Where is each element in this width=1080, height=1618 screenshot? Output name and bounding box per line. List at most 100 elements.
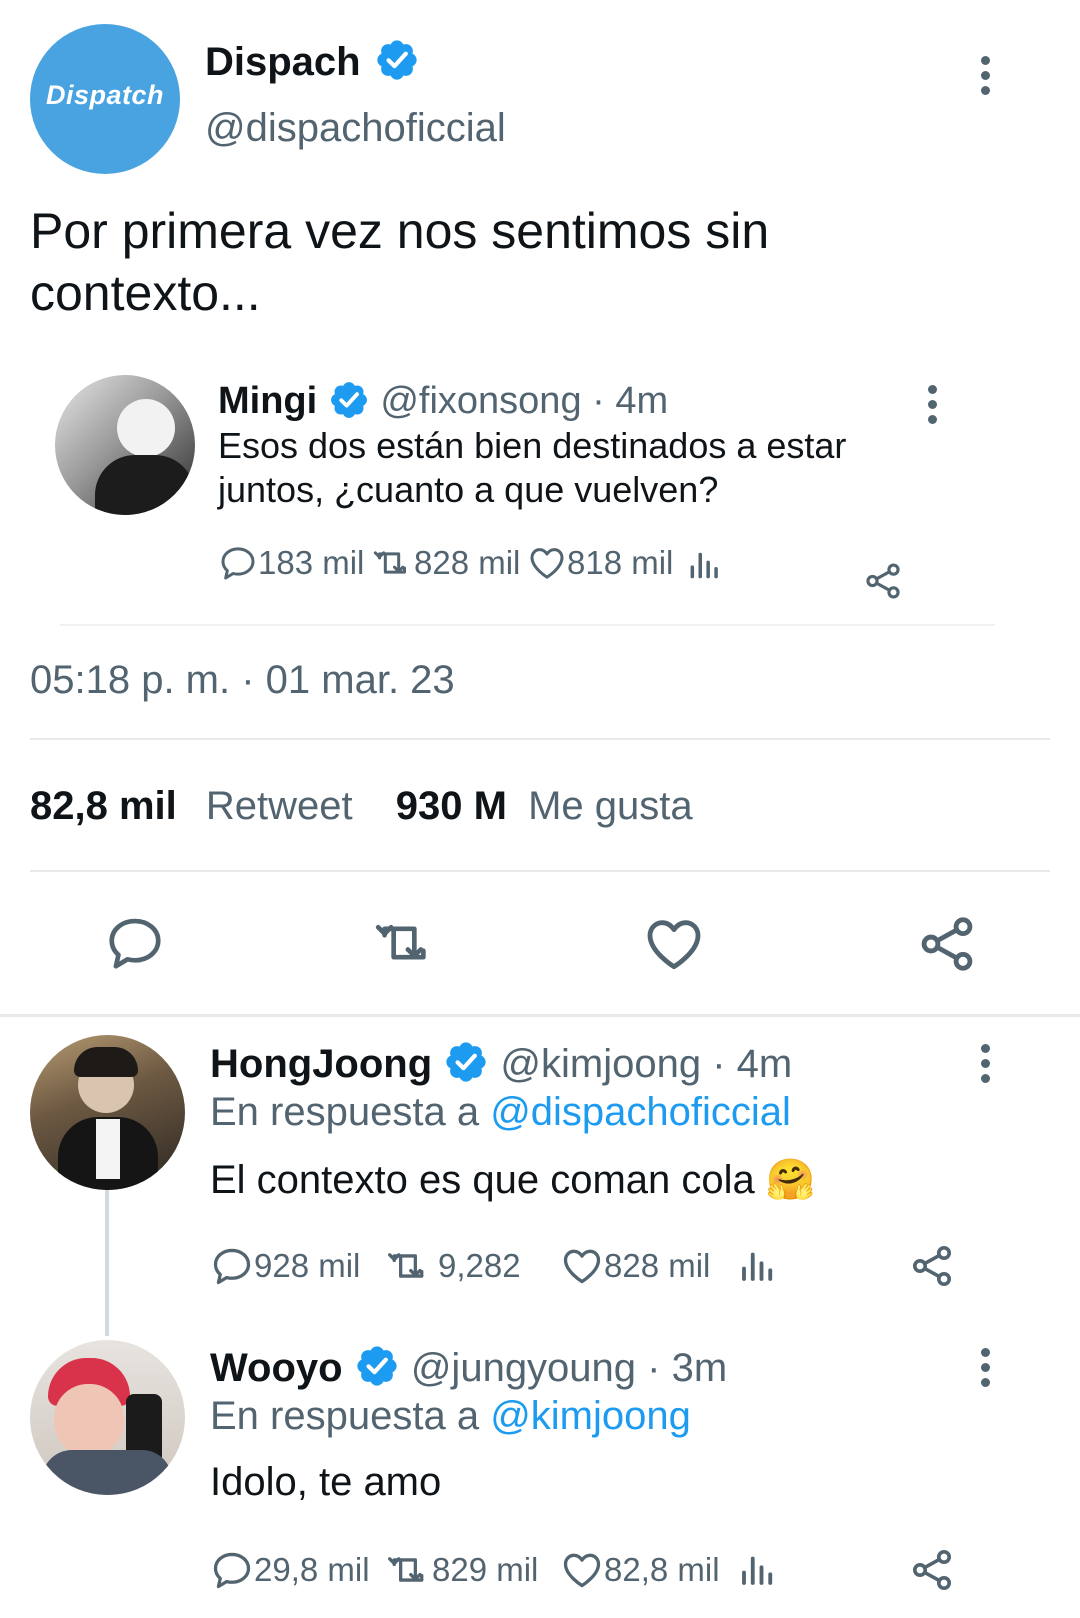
quoted-text: Esos dos están bien destinados a estar j… bbox=[218, 425, 847, 510]
retweets-label: Retweet bbox=[205, 784, 353, 828]
share-stat[interactable] bbox=[862, 560, 904, 602]
like-stat[interactable]: 82,8 mil bbox=[560, 1548, 720, 1592]
author-name[interactable]: Dispach bbox=[205, 40, 361, 84]
quoted-time: · 4m bbox=[592, 380, 669, 422]
author-handle[interactable]: @dispachoficcial bbox=[205, 106, 506, 151]
views-stat[interactable] bbox=[737, 1244, 779, 1286]
views-icon bbox=[686, 545, 724, 583]
retweet-icon bbox=[370, 543, 414, 583]
more-icon[interactable] bbox=[978, 1348, 992, 1393]
reply-stat[interactable]: 183 mil bbox=[218, 543, 364, 583]
reply1-author-handle[interactable]: @kimjoong bbox=[500, 1042, 701, 1086]
reply2-text: Idolo, te amo bbox=[210, 1460, 442, 1504]
reply-button[interactable] bbox=[104, 912, 166, 974]
reply2-author-name[interactable]: Wooyo bbox=[210, 1346, 343, 1390]
avatar-shape bbox=[117, 399, 175, 457]
reply2-context: En respuesta a @kimjoong bbox=[210, 1394, 691, 1439]
avatar-dispach[interactable]: Dispatch bbox=[30, 24, 180, 174]
reply1-time: · 4m bbox=[712, 1042, 793, 1086]
like-icon bbox=[560, 1244, 604, 1288]
reply-icon bbox=[210, 1244, 254, 1288]
reply-icon bbox=[218, 543, 258, 583]
reply-to-link[interactable]: @kimjoong bbox=[490, 1394, 691, 1438]
quoted-author-handle[interactable]: @fixonsong bbox=[380, 380, 581, 422]
reply-count: 928 mil bbox=[254, 1247, 361, 1284]
quoted-author-row: Mingi @fixonsong · 4m bbox=[218, 380, 668, 423]
like-stat[interactable]: 828 mil bbox=[560, 1244, 710, 1288]
like-button[interactable] bbox=[642, 912, 706, 976]
divider bbox=[30, 870, 1050, 872]
like-count: 818 mil bbox=[567, 544, 674, 581]
reply-icon bbox=[210, 1548, 254, 1592]
avatar-shape bbox=[42, 1450, 172, 1495]
verified-badge-icon bbox=[443, 1039, 489, 1085]
retweet-stat[interactable]: 829 mil bbox=[384, 1548, 538, 1592]
reply-prefix: En respuesta a bbox=[210, 1090, 480, 1134]
avatar-shape bbox=[54, 1384, 124, 1456]
more-icon[interactable] bbox=[978, 1044, 992, 1089]
retweets-count: 82,8 mil bbox=[30, 784, 177, 828]
share-stat[interactable] bbox=[908, 1242, 956, 1290]
avatar-logo-text: Dispatch bbox=[45, 80, 165, 110]
quoted-author-name[interactable]: Mingi bbox=[218, 380, 317, 422]
likes-link[interactable]: 930 M Me gusta bbox=[396, 784, 693, 828]
like-icon bbox=[560, 1548, 604, 1592]
retweet-stat[interactable]: 828 mil bbox=[370, 543, 520, 583]
divider bbox=[60, 624, 995, 626]
like-count: 828 mil bbox=[604, 1247, 711, 1284]
likes-label: Me gusta bbox=[528, 784, 693, 828]
retweet-button[interactable] bbox=[368, 912, 440, 974]
reply-stat[interactable]: 928 mil bbox=[210, 1244, 360, 1288]
tweet-timestamp[interactable]: 05:18 p. m. · 01 mar. 23 bbox=[30, 658, 455, 703]
reply1-text: El contexto es que coman cola 🤗 bbox=[210, 1158, 816, 1202]
retweet-icon bbox=[384, 1548, 432, 1592]
retweet-count: 9,282 bbox=[438, 1247, 521, 1284]
reply-stat[interactable]: 29,8 mil bbox=[210, 1548, 370, 1592]
verified-badge-icon bbox=[374, 37, 420, 83]
reply2-time: · 3m bbox=[647, 1346, 728, 1390]
retweet-stat[interactable]: 9,282 bbox=[384, 1244, 521, 1288]
retweet-icon bbox=[384, 1244, 432, 1288]
share-icon bbox=[908, 1546, 956, 1594]
retweet-count: 828 mil bbox=[414, 544, 521, 581]
reply2-author-row: Wooyo @jungyoung · 3m bbox=[210, 1346, 727, 1391]
avatar-shape bbox=[95, 455, 195, 515]
more-icon[interactable] bbox=[925, 385, 939, 430]
reply-prefix: En respuesta a bbox=[210, 1394, 480, 1438]
share-button[interactable] bbox=[915, 912, 979, 976]
avatar-mingi[interactable] bbox=[55, 375, 195, 515]
main-author-row: Dispach bbox=[205, 40, 420, 85]
avatar-hongjoong[interactable] bbox=[30, 1035, 185, 1190]
retweets-link[interactable]: 82,8 mil Retweet bbox=[30, 784, 364, 828]
divider bbox=[30, 738, 1050, 740]
avatar-shape bbox=[74, 1047, 138, 1077]
likes-count: 930 M bbox=[395, 784, 507, 828]
like-icon bbox=[527, 543, 567, 583]
tweet-text: Por primera vez nos sentimos sin context… bbox=[30, 203, 770, 321]
reply-to-link[interactable]: @dispachoficcial bbox=[490, 1090, 791, 1134]
reply-count: 183 mil bbox=[258, 544, 365, 581]
like-stat[interactable]: 818 mil bbox=[527, 543, 673, 583]
views-stat[interactable] bbox=[737, 1548, 779, 1590]
more-icon[interactable] bbox=[978, 56, 992, 101]
verified-badge-icon bbox=[328, 379, 370, 421]
views-stat[interactable] bbox=[686, 545, 724, 583]
like-count: 82,8 mil bbox=[604, 1551, 720, 1588]
share-icon bbox=[908, 1242, 956, 1290]
avatar-shape bbox=[96, 1119, 120, 1179]
reply1-author-name[interactable]: HongJoong bbox=[210, 1042, 432, 1086]
reply1-author-row: HongJoong @kimjoong · 4m bbox=[210, 1042, 792, 1087]
reply1-context: En respuesta a @dispachoficcial bbox=[210, 1090, 791, 1135]
verified-badge-icon bbox=[354, 1343, 400, 1389]
reply2-author-handle[interactable]: @jungyoung bbox=[411, 1346, 636, 1390]
views-icon bbox=[737, 1244, 779, 1286]
avatar-wooyo[interactable] bbox=[30, 1340, 185, 1495]
section-divider bbox=[0, 1014, 1080, 1017]
share-stat[interactable] bbox=[908, 1546, 956, 1594]
share-icon bbox=[862, 560, 904, 602]
views-icon bbox=[737, 1548, 779, 1590]
engagement-row: 82,8 mil Retweet 930 M Me gusta bbox=[30, 784, 693, 829]
reply-count: 29,8 mil bbox=[254, 1551, 370, 1588]
retweet-count: 829 mil bbox=[432, 1551, 539, 1588]
thread-line bbox=[105, 1188, 109, 1336]
